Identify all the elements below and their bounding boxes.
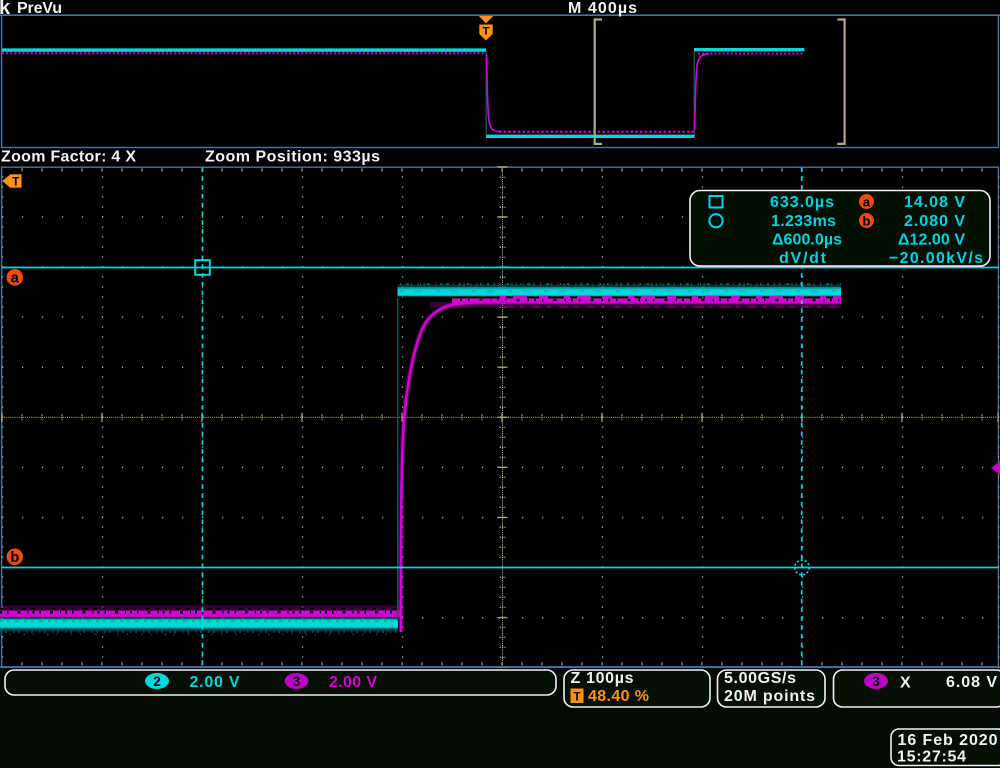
svg-text:2.00 V: 2.00 V [190, 674, 240, 691]
svg-text:T: T [573, 692, 580, 704]
svg-text:Zoom Position: 933µs: Zoom Position: 933µs [205, 149, 380, 166]
svg-text:T: T [12, 177, 19, 189]
svg-text:Δ600.0µs: Δ600.0µs [772, 232, 842, 249]
svg-text:1.233ms: 1.233ms [771, 213, 836, 230]
svg-text:3: 3 [293, 674, 301, 689]
svg-text:14.08 V: 14.08 V [904, 194, 965, 211]
svg-text:a: a [11, 271, 20, 287]
svg-text:PreVu: PreVu [17, 0, 62, 17]
svg-text:2: 2 [153, 674, 161, 689]
svg-text:2.080 V: 2.080 V [904, 213, 965, 230]
svg-text:X: X [900, 675, 911, 692]
svg-text:20M points: 20M points [724, 688, 815, 705]
svg-text:633.0µs: 633.0µs [770, 194, 834, 211]
svg-text:15:27:54: 15:27:54 [897, 749, 966, 766]
svg-text:6.08 V: 6.08 V [946, 674, 997, 691]
svg-text:16 Feb 2020: 16 Feb 2020 [898, 732, 998, 749]
svg-text:b: b [863, 213, 871, 228]
svg-text:a: a [863, 194, 871, 209]
svg-text:3: 3 [872, 674, 880, 689]
svg-text:2.00 V: 2.00 V [329, 674, 377, 691]
svg-text:−20.00kV/s: −20.00kV/s [889, 250, 983, 267]
svg-text:Δ12.00 V: Δ12.00 V [898, 232, 965, 249]
svg-text:M 400µs: M 400µs [568, 0, 637, 17]
svg-text:k: k [0, 0, 11, 19]
svg-text:Zoom Factor: 4 X: Zoom Factor: 4 X [1, 149, 136, 166]
svg-text:T: T [483, 26, 490, 38]
svg-text:b: b [10, 550, 19, 566]
svg-text:48.40 %: 48.40 % [588, 688, 649, 705]
svg-text:Z 100µs: Z 100µs [571, 670, 634, 687]
svg-text:5.00GS/s: 5.00GS/s [724, 670, 796, 687]
